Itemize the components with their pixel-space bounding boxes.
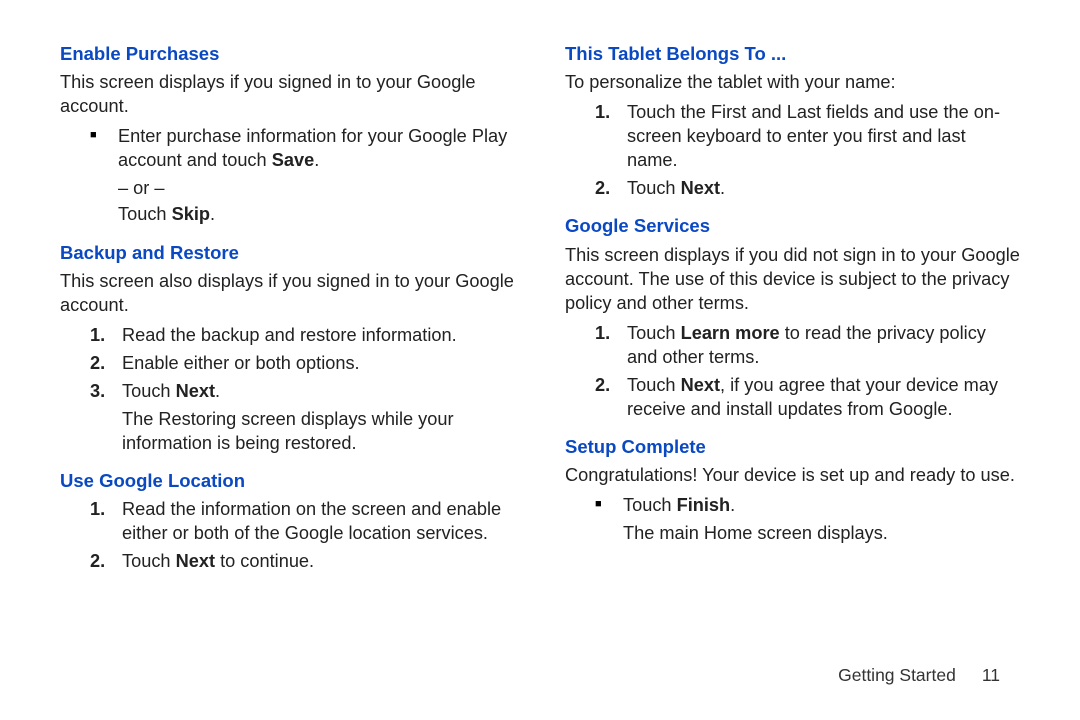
- left-column: Enable Purchases This screen displays if…: [60, 42, 515, 577]
- step-text: Read the backup and restore information.: [112, 323, 515, 347]
- step-text: Enable either or both options.: [112, 351, 515, 375]
- text: .: [215, 381, 220, 401]
- text: Touch: [122, 551, 176, 571]
- bold-next: Next: [176, 551, 215, 571]
- text: .: [720, 178, 725, 198]
- list-item: 3. Touch Next.: [90, 379, 515, 403]
- text: Touch: [627, 178, 681, 198]
- bold-next: Next: [681, 375, 720, 395]
- text: Touch: [118, 204, 172, 224]
- list-item: 2. Touch Next to continue.: [90, 549, 515, 573]
- heading-setup-complete: Setup Complete: [565, 435, 1020, 459]
- step-text: Touch Next.: [112, 379, 515, 403]
- text: .: [210, 204, 215, 224]
- text: Touch: [623, 495, 677, 515]
- heading-google-services: Google Services: [565, 214, 1020, 238]
- page-footer: Getting Started 11: [838, 665, 1000, 686]
- list-item: 2. Touch Next, if you agree that your de…: [595, 373, 1020, 421]
- bullet-item: ■ Enter purchase information for your Go…: [90, 124, 515, 172]
- two-column-layout: Enable Purchases This screen displays if…: [60, 42, 1020, 577]
- bold-learn-more: Learn more: [681, 323, 780, 343]
- bold-skip: Skip: [172, 204, 210, 224]
- bold-finish: Finish: [677, 495, 731, 515]
- square-bullet-icon: ■: [595, 493, 605, 515]
- text: .: [314, 150, 319, 170]
- text: to continue.: [215, 551, 314, 571]
- skip-line: Touch Skip.: [118, 202, 515, 226]
- or-text: – or –: [118, 176, 515, 200]
- text: Touch: [122, 381, 176, 401]
- step-number: 1.: [90, 323, 112, 347]
- step-number: 2.: [90, 351, 112, 375]
- step-number: 2.: [90, 549, 112, 573]
- step-number: 1.: [595, 100, 617, 124]
- bullet-sub-text: The main Home screen displays.: [623, 521, 1020, 545]
- step-text: Touch the First and Last fields and use …: [617, 100, 1020, 172]
- intro-text: This screen displays if you did not sign…: [565, 243, 1020, 315]
- text: Touch: [627, 375, 681, 395]
- step-sub-text: The Restoring screen displays while your…: [122, 407, 515, 455]
- intro-text: Congratulations! Your device is set up a…: [565, 463, 1020, 487]
- list-item: 1. Touch the First and Last fields and u…: [595, 100, 1020, 172]
- text: Touch: [627, 323, 681, 343]
- step-text: Touch Learn more to read the privacy pol…: [617, 321, 1020, 369]
- heading-use-google-location: Use Google Location: [60, 469, 515, 493]
- step-number: 2.: [595, 373, 617, 397]
- footer-page-number: 11: [982, 665, 1000, 685]
- bold-next: Next: [681, 178, 720, 198]
- bold-save: Save: [272, 150, 314, 170]
- text: .: [730, 495, 735, 515]
- bullet-text: Touch Finish.: [605, 493, 1020, 517]
- list-item: 1. Read the backup and restore informati…: [90, 323, 515, 347]
- heading-this-tablet-belongs-to: This Tablet Belongs To ...: [565, 42, 1020, 66]
- footer-section-name: Getting Started: [838, 665, 956, 685]
- step-text: Touch Next, if you agree that your devic…: [617, 373, 1020, 421]
- right-column: This Tablet Belongs To ... To personaliz…: [565, 42, 1020, 577]
- list-item: 1. Read the information on the screen an…: [90, 497, 515, 545]
- manual-page: Enable Purchases This screen displays if…: [0, 0, 1080, 720]
- list-item: 2. Enable either or both options.: [90, 351, 515, 375]
- step-text: Touch Next.: [617, 176, 1020, 200]
- heading-enable-purchases: Enable Purchases: [60, 42, 515, 66]
- step-number: 3.: [90, 379, 112, 403]
- step-text: Touch Next to continue.: [112, 549, 515, 573]
- intro-text: To personalize the tablet with your name…: [565, 70, 1020, 94]
- intro-text: This screen also displays if you signed …: [60, 269, 515, 317]
- step-number: 2.: [595, 176, 617, 200]
- square-bullet-icon: ■: [90, 124, 100, 146]
- bullet-item: ■ Touch Finish.: [595, 493, 1020, 517]
- heading-backup-restore: Backup and Restore: [60, 241, 515, 265]
- step-number: 1.: [595, 321, 617, 345]
- list-item: 1. Touch Learn more to read the privacy …: [595, 321, 1020, 369]
- bold-next: Next: [176, 381, 215, 401]
- step-number: 1.: [90, 497, 112, 521]
- list-item: 2. Touch Next.: [595, 176, 1020, 200]
- bullet-text: Enter purchase information for your Goog…: [100, 124, 515, 172]
- intro-text: This screen displays if you signed in to…: [60, 70, 515, 118]
- step-text: Read the information on the screen and e…: [112, 497, 515, 545]
